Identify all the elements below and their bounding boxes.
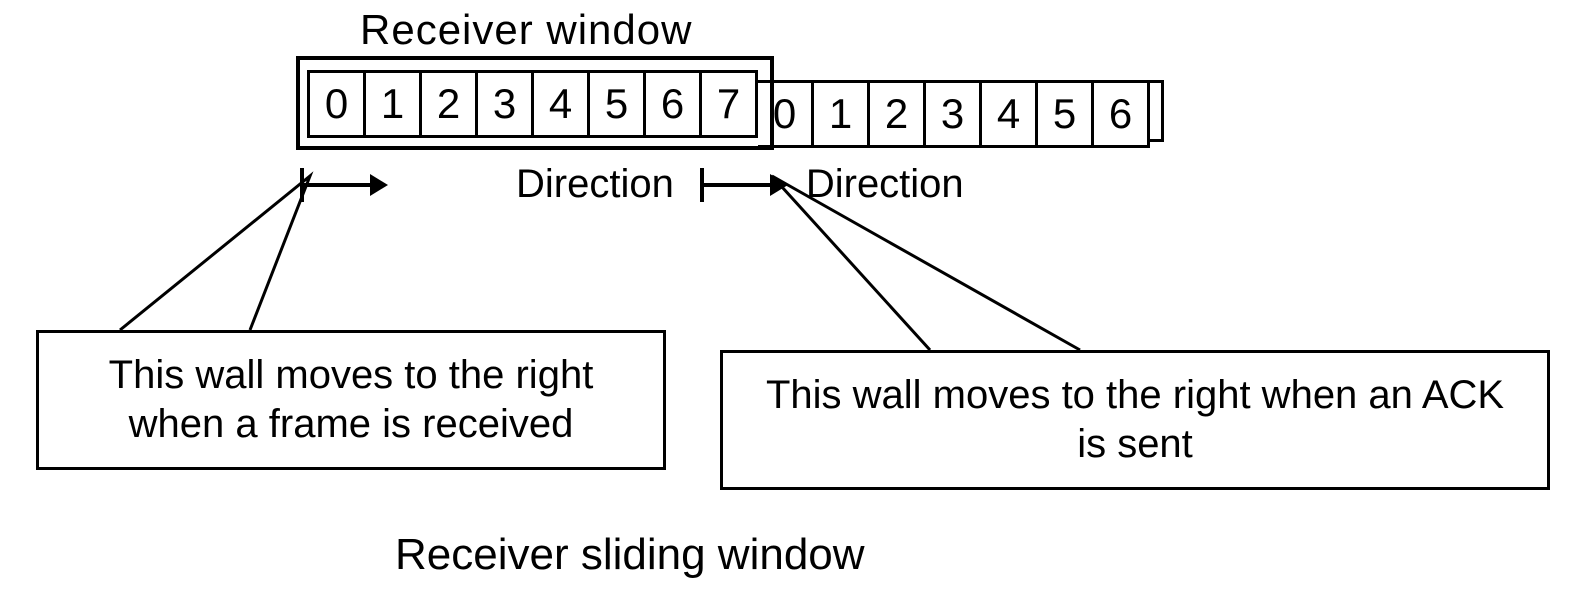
frame-cell: 3: [478, 73, 534, 135]
frame-group-1: 0 1 2 3 4 5 6 7: [307, 70, 758, 138]
frame-group-2: 0 1 2 3 4 5 6: [758, 80, 1150, 148]
frame-strip-end-bar: [1150, 80, 1164, 142]
frame-cell: 6: [1094, 83, 1150, 145]
direction-row: Direction Direction: [300, 162, 964, 207]
title-receiver-window: Receiver window: [360, 6, 692, 54]
frame-cell: 0: [310, 73, 366, 135]
frame-cell: 7: [702, 73, 758, 135]
arrow-right-icon: [300, 165, 388, 205]
arrow-right-icon: [700, 165, 788, 205]
frame-strip: 0 1 2 3 4 5 6 7 0 1 2 3 4 5 6: [307, 70, 1164, 148]
frame-cell: 2: [422, 73, 478, 135]
frame-cell: 1: [366, 73, 422, 135]
frame-cell: 6: [646, 73, 702, 135]
frame-cell: 4: [534, 73, 590, 135]
frame-cell: 3: [926, 83, 982, 145]
frame-cell: 4: [982, 83, 1038, 145]
direction-label-right: Direction: [806, 162, 964, 207]
callout-left: This wall moves to the right when a fram…: [36, 330, 666, 470]
diagram-stage: Receiver window 0 1 2 3 4 5 6 7 0 1 2 3 …: [0, 0, 1593, 611]
frame-cell: 5: [590, 73, 646, 135]
frame-cell: 1: [814, 83, 870, 145]
frame-cell: 0: [758, 83, 814, 145]
direction-label-left: Direction: [516, 162, 674, 207]
frame-cell: 2: [870, 83, 926, 145]
callout-right: This wall moves to the right when an ACK…: [720, 350, 1550, 490]
caption-receiver-sliding-window: Receiver sliding window: [395, 530, 865, 580]
frame-cell: 5: [1038, 83, 1094, 145]
